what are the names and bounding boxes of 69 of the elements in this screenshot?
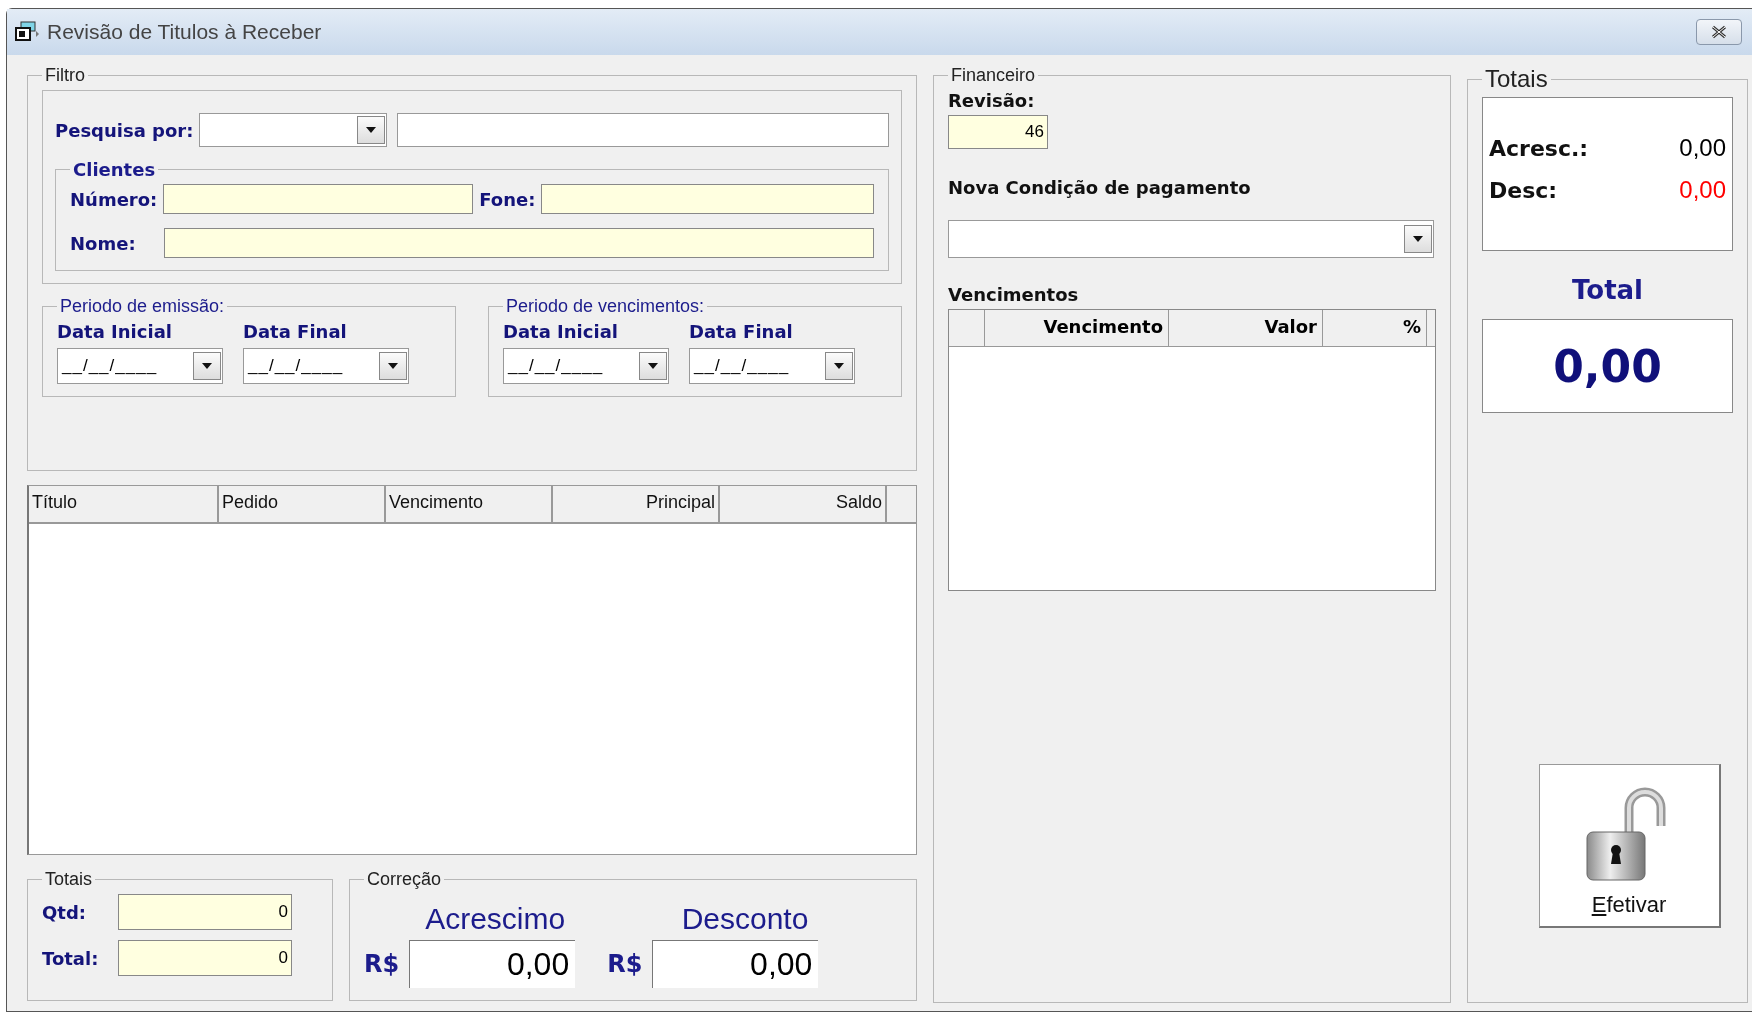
group-title: Periodo de vencimentos:: [505, 296, 706, 317]
number-field[interactable]: [163, 184, 474, 214]
revision-label: Revisão:: [948, 90, 1036, 111]
date-picker[interactable]: __/__/____: [243, 348, 409, 384]
total-label: Qtd:: [42, 901, 87, 923]
column-header[interactable]: Principal: [553, 486, 720, 522]
search-label: Pesquisa por:: [55, 119, 194, 141]
amount-label: Acresc.:: [1489, 135, 1589, 161]
search-field[interactable]: [397, 113, 889, 147]
group-title: Totais: [44, 869, 94, 890]
close-icon: [1710, 25, 1728, 39]
phone-field[interactable]: [541, 184, 874, 214]
caret-icon: [201, 362, 213, 370]
close-button[interactable]: [1696, 19, 1742, 45]
window-title: Revisão de Titulos à Receber: [47, 20, 323, 44]
column-header[interactable]: Vencimento: [985, 310, 1169, 346]
amount-label: Desconto: [681, 902, 809, 936]
group-title: Periodo de emissão:: [59, 296, 226, 317]
caret-icon: [365, 126, 378, 134]
date-label: Data Final: [689, 321, 794, 342]
column-header[interactable]: Título: [29, 486, 219, 522]
dropdown-button[interactable]: [639, 352, 667, 380]
total-value: 0,00: [1482, 319, 1733, 413]
caret-icon: [387, 362, 399, 370]
name-field[interactable]: [163, 228, 874, 258]
group-title: Totais: [1484, 65, 1549, 93]
group-title: Filtro: [44, 65, 86, 86]
group-title: Clientes: [72, 159, 157, 180]
column-header[interactable]: Valor: [1169, 310, 1323, 346]
dropdown-button[interactable]: [193, 352, 221, 380]
revision-field[interactable]: 46: [948, 115, 1048, 149]
amount-value: 0,00: [1679, 176, 1726, 204]
caret-icon: [1412, 235, 1424, 243]
column-header[interactable]: Saldo: [720, 486, 887, 522]
amount-label: Desc:: [1489, 177, 1558, 203]
column-header[interactable]: Pedido: [219, 486, 386, 522]
amount-field[interactable]: 0,00: [409, 940, 576, 988]
currency-label: R$: [607, 950, 643, 978]
column-header[interactable]: %: [1323, 310, 1427, 346]
total-field[interactable]: 0: [118, 894, 292, 930]
confirm-button[interactable]: Efetivar: [1538, 764, 1721, 928]
amount-label: Acrescimo: [425, 902, 566, 936]
date-label: Data Inicial: [503, 321, 619, 342]
dropdown-button[interactable]: [379, 352, 407, 380]
amount-field[interactable]: 0,00: [652, 940, 819, 988]
dropdown-button[interactable]: [357, 116, 386, 144]
total-label: Total:: [42, 947, 100, 969]
amount-value: 0,00: [1679, 134, 1726, 162]
payment-label: Nova Condição de pagamento: [948, 177, 1252, 198]
name-label: Nome:: [70, 232, 136, 254]
phone-label: Fone:: [479, 188, 536, 210]
dropdown-button[interactable]: [825, 352, 853, 380]
group-title: Financeiro: [950, 65, 1037, 86]
currency-label: R$: [364, 950, 400, 978]
total-label: Total: [1572, 275, 1643, 305]
group-title: Correção: [366, 869, 443, 890]
column-header[interactable]: Vencimento: [386, 486, 553, 522]
date-picker[interactable]: __/__/____: [503, 348, 669, 384]
due-dates-label: Vencimentos: [948, 284, 1080, 305]
dropdown-button[interactable]: [1404, 225, 1432, 253]
window-icon: [15, 21, 41, 43]
date-picker[interactable]: __/__/____: [689, 348, 855, 384]
caret-icon: [833, 362, 845, 370]
date-picker[interactable]: __/__/____: [57, 348, 223, 384]
date-label: Data Inicial: [57, 321, 173, 342]
date-label: Data Final: [243, 321, 348, 342]
caret-icon: [647, 362, 659, 370]
total-field[interactable]: 0: [118, 940, 292, 976]
number-label: Número:: [70, 188, 158, 210]
